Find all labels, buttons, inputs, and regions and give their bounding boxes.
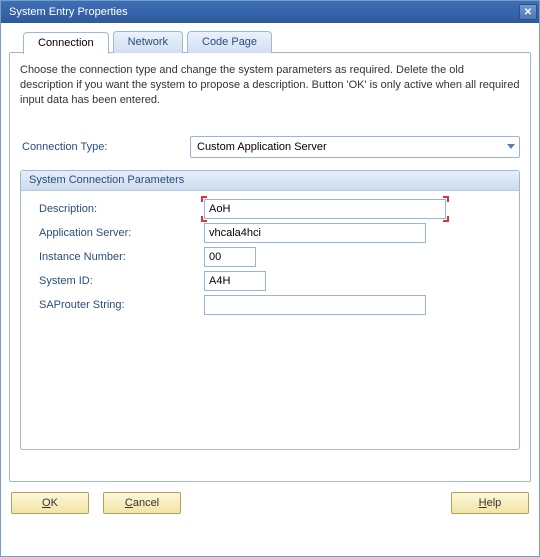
required-marker-icon xyxy=(201,216,207,222)
connection-type-select[interactable]: Custom Application Server xyxy=(190,136,520,158)
sysid-input[interactable] xyxy=(204,271,266,291)
tab-codepage[interactable]: Code Page xyxy=(187,31,272,53)
cancel-rest: ancel xyxy=(133,497,159,509)
ok-rest: K xyxy=(51,497,58,509)
close-icon: ✕ xyxy=(524,7,532,18)
tab-network-label: Network xyxy=(128,36,168,48)
required-marker-icon xyxy=(443,196,449,202)
connection-type-label: Connection Type: xyxy=(20,141,190,153)
content-area: Connection Network Code Page Choose the … xyxy=(1,23,539,482)
appserver-input[interactable] xyxy=(204,223,426,243)
row-sysid: System ID: xyxy=(29,271,511,291)
row-saprouter: SAProuter String: xyxy=(29,295,511,315)
cancel-button[interactable]: Cancel xyxy=(103,492,181,514)
row-instance: Instance Number: xyxy=(29,247,511,267)
required-marker-icon xyxy=(443,216,449,222)
titlebar: System Entry Properties ✕ xyxy=(1,1,539,23)
connection-type-row: Connection Type: Custom Application Serv… xyxy=(20,136,520,158)
required-marker-icon xyxy=(201,196,207,202)
cancel-mnemonic: C xyxy=(125,497,133,509)
ok-mnemonic: O xyxy=(42,497,51,509)
tab-strip: Connection Network Code Page xyxy=(23,31,531,53)
button-bar: OK Cancel Help xyxy=(1,482,539,524)
sysid-label: System ID: xyxy=(29,275,204,287)
tab-network[interactable]: Network xyxy=(113,31,183,53)
intro-text: Choose the connection type and change th… xyxy=(20,63,520,108)
description-input[interactable] xyxy=(204,199,446,219)
tab-connection[interactable]: Connection xyxy=(23,32,109,54)
tab-codepage-label: Code Page xyxy=(202,36,257,48)
row-description: Description: xyxy=(29,199,511,219)
connection-type-value: Custom Application Server xyxy=(197,141,327,153)
window-title: System Entry Properties xyxy=(9,6,128,18)
help-button[interactable]: Help xyxy=(451,492,529,514)
close-button[interactable]: ✕ xyxy=(519,4,537,20)
description-label: Description: xyxy=(29,203,204,215)
row-appserver: Application Server: xyxy=(29,223,511,243)
instance-input[interactable] xyxy=(204,247,256,267)
tab-body: Choose the connection type and change th… xyxy=(9,52,531,482)
groupbox-title: System Connection Parameters xyxy=(21,171,519,191)
help-mnemonic: H xyxy=(479,497,487,509)
appserver-label: Application Server: xyxy=(29,227,204,239)
chevron-down-icon xyxy=(507,144,515,149)
help-rest: elp xyxy=(487,497,502,509)
instance-label: Instance Number: xyxy=(29,251,204,263)
ok-button[interactable]: OK xyxy=(11,492,89,514)
description-input-wrap xyxy=(204,199,446,219)
system-connection-parameters-group: System Connection Parameters Description… xyxy=(20,170,520,450)
saprouter-label: SAProuter String: xyxy=(29,299,204,311)
saprouter-input[interactable] xyxy=(204,295,426,315)
tab-connection-label: Connection xyxy=(38,37,94,49)
